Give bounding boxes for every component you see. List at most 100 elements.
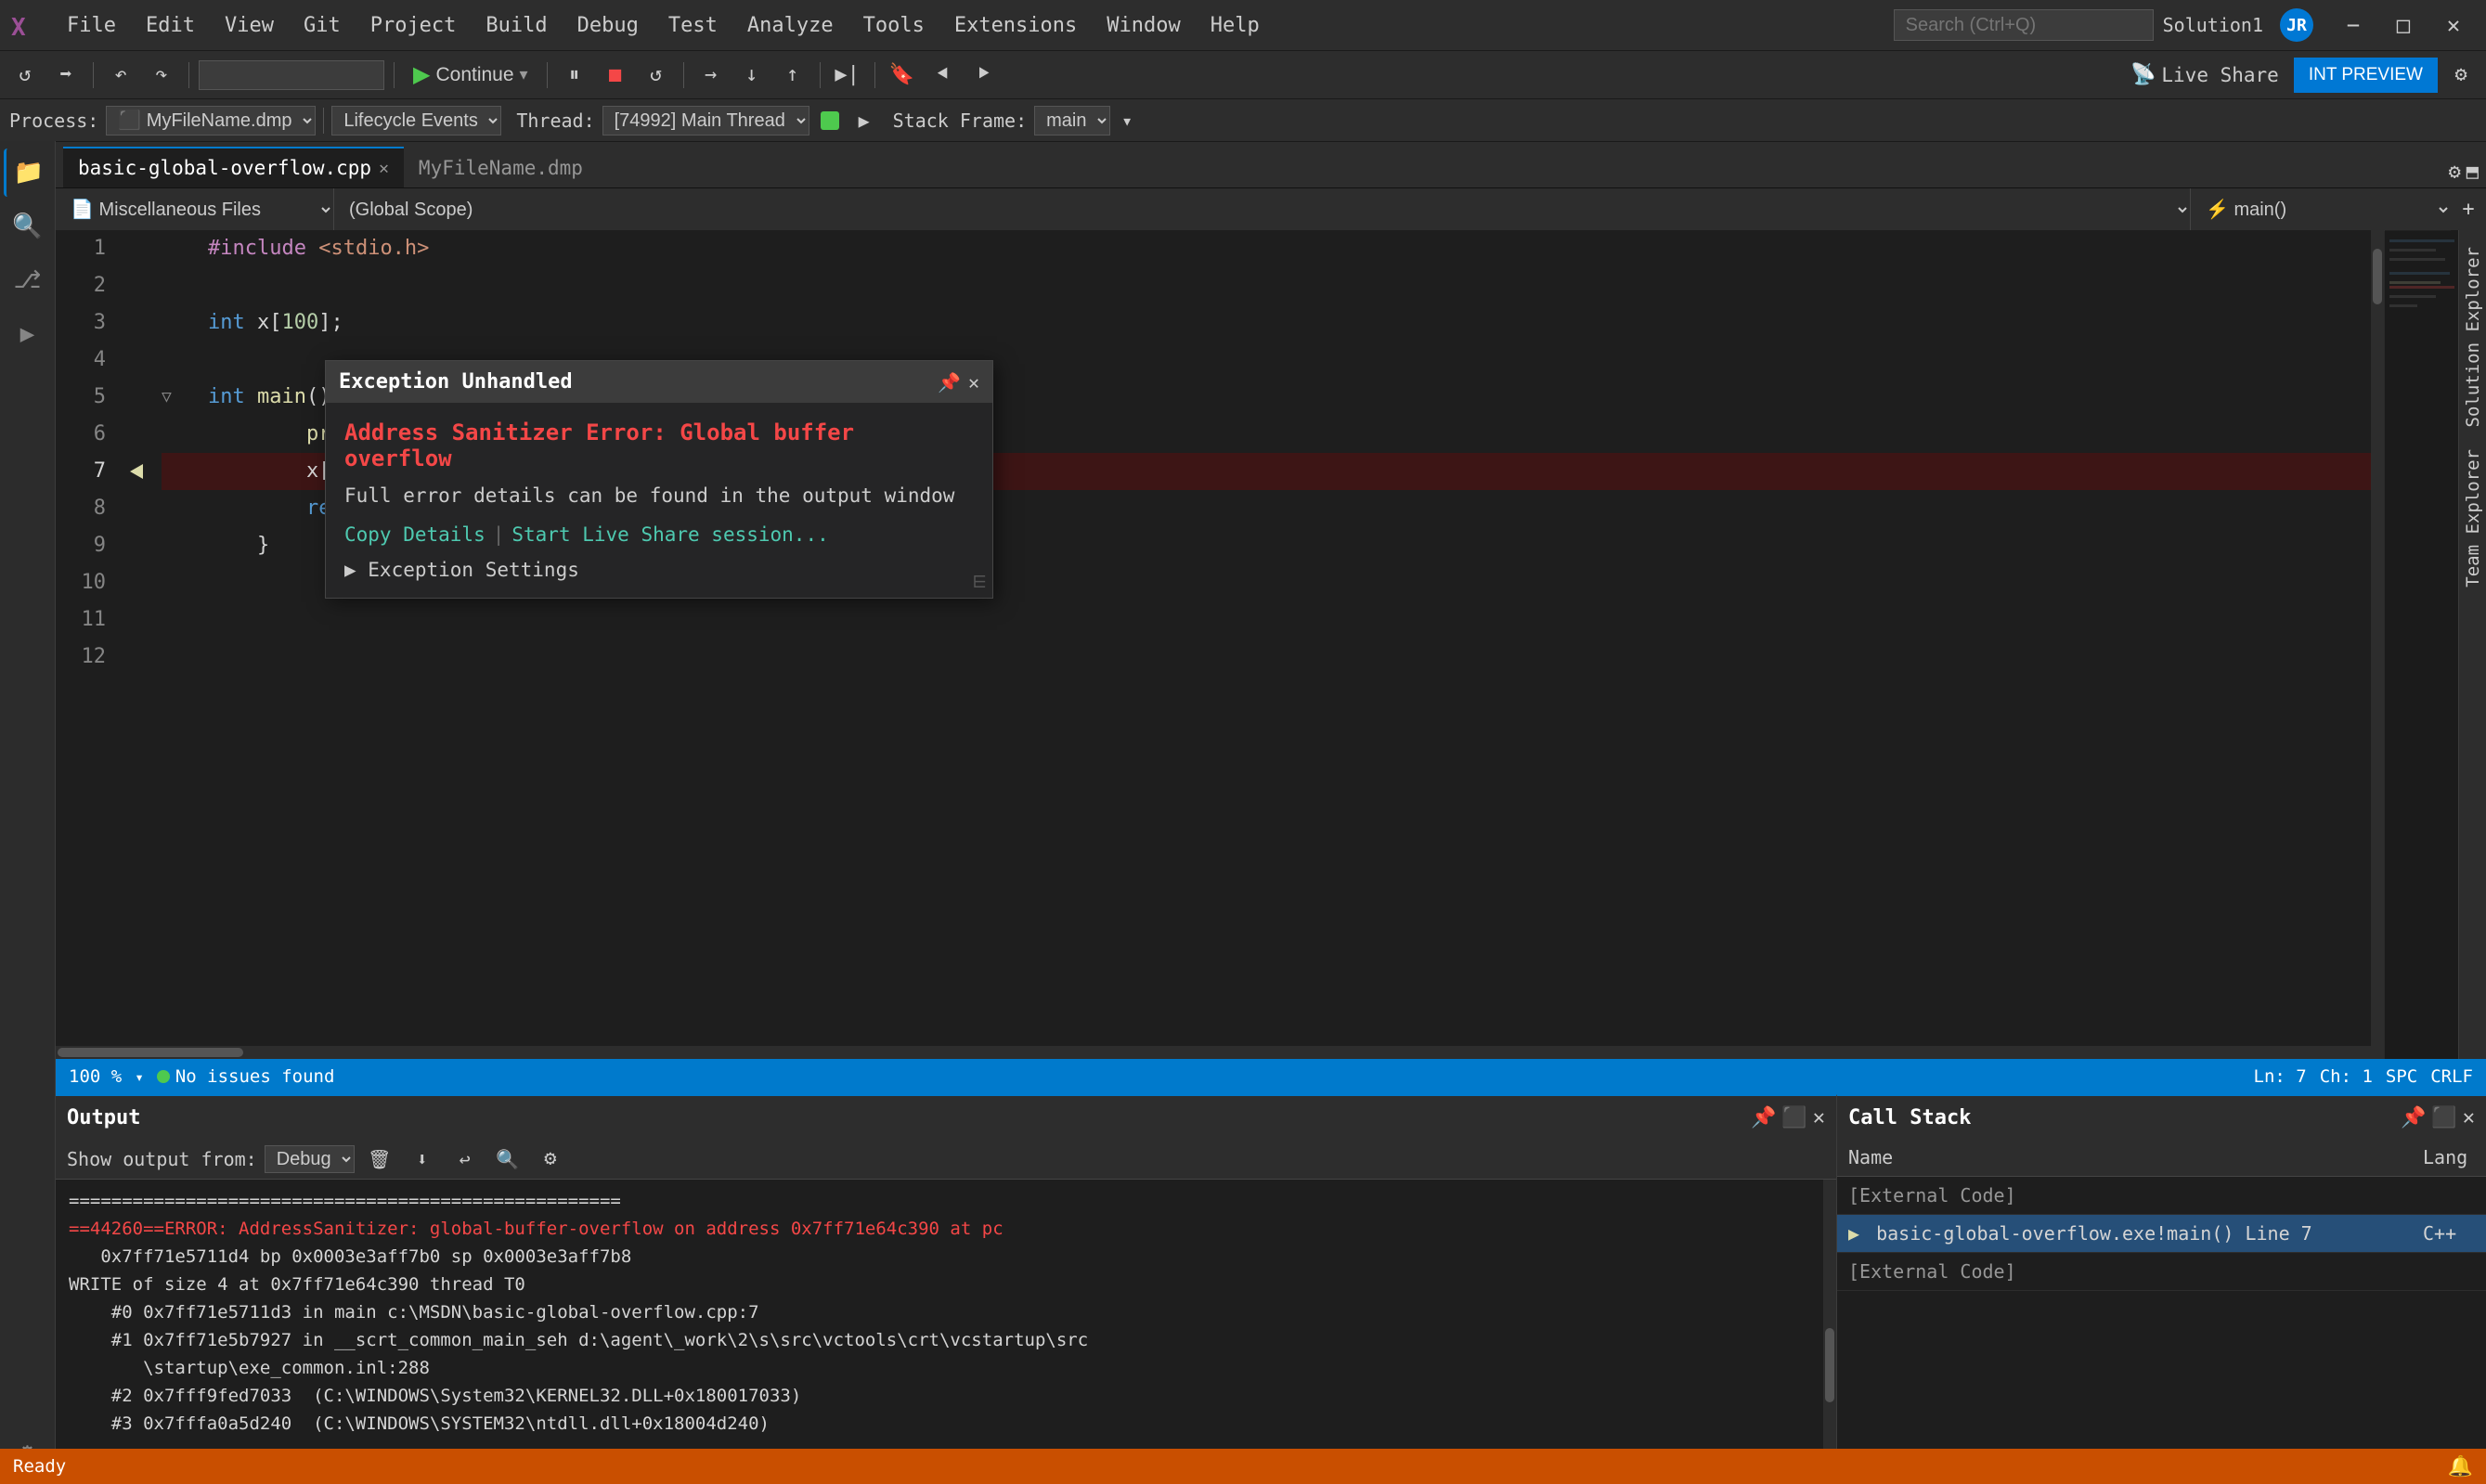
popup-pin-icon[interactable]: 📌 bbox=[938, 371, 961, 394]
scope-add-btn[interactable]: + bbox=[2451, 192, 2486, 227]
step-over-btn[interactable]: → bbox=[693, 58, 729, 93]
lifecycle-dropdown[interactable]: Lifecycle Events bbox=[331, 106, 501, 135]
table-row[interactable]: ▶ basic-global-overflow.exe!main() Line … bbox=[1837, 1215, 2486, 1253]
menu-test[interactable]: Test bbox=[655, 10, 731, 41]
tab-cpp[interactable]: basic-global-overflow.cpp ✕ bbox=[63, 147, 404, 187]
fold-icon-5[interactable]: ▽ bbox=[162, 379, 180, 416]
bookmark-nav2-btn[interactable]: ⯈ bbox=[966, 58, 1002, 93]
menu-analyze[interactable]: Analyze bbox=[734, 10, 847, 41]
tab-dmp[interactable]: MyFileName.dmp bbox=[404, 147, 598, 187]
menu-view[interactable]: View bbox=[212, 10, 287, 41]
toolbar-forward-btn[interactable]: ➡ bbox=[48, 58, 84, 93]
output-filter-btn[interactable]: 🔍 bbox=[490, 1142, 525, 1177]
activity-git[interactable]: ⎇ bbox=[4, 256, 52, 304]
menu-extensions[interactable]: Extensions bbox=[941, 10, 1090, 41]
editor-scroll-thumb[interactable] bbox=[2373, 249, 2382, 304]
output-settings-btn[interactable]: ⚙ bbox=[533, 1142, 568, 1177]
start-live-share-link[interactable]: Start Live Share session... bbox=[511, 523, 828, 546]
editor-h-scrollbar[interactable] bbox=[56, 1046, 2371, 1059]
callstack-content: Name Lang [External Code] bbox=[1837, 1139, 2486, 1484]
editor-h-scroll-thumb[interactable] bbox=[58, 1048, 243, 1057]
int-preview-button[interactable]: INT PREVIEW bbox=[2294, 58, 2438, 93]
solution-explorer-tab[interactable]: Solution Explorer bbox=[2457, 238, 2486, 436]
menu-help[interactable]: Help bbox=[1198, 10, 1273, 41]
live-share-label: Live Share bbox=[2161, 64, 2278, 86]
table-row[interactable]: [External Code] bbox=[1837, 1253, 2486, 1291]
search-input[interactable] bbox=[1894, 9, 2154, 41]
no-issues-status: No issues found bbox=[157, 1066, 335, 1087]
tab-split-icon[interactable]: ⬒ bbox=[2467, 161, 2479, 184]
step-out-btn[interactable]: ↑ bbox=[775, 58, 810, 93]
callstack-pin-icon[interactable]: 📌 bbox=[2401, 1106, 2426, 1129]
cs-lang-1: C++ bbox=[2412, 1215, 2486, 1253]
activity-debug[interactable]: ▶ bbox=[4, 310, 52, 358]
output-clear-btn[interactable]: 🗑 bbox=[362, 1142, 397, 1177]
zoom-dropdown[interactable]: ▾ bbox=[135, 1068, 144, 1086]
output-scroll-btn[interactable]: ⬇ bbox=[405, 1142, 440, 1177]
live-share-button[interactable]: 📡 Live Share bbox=[2121, 59, 2288, 90]
tab-cpp-close[interactable]: ✕ bbox=[379, 159, 389, 178]
maximize-button[interactable]: □ bbox=[2378, 0, 2428, 50]
more-options-btn[interactable]: ⚙ bbox=[2443, 58, 2479, 93]
activity-search[interactable]: 🔍 bbox=[4, 202, 52, 251]
menu-git[interactable]: Git bbox=[291, 10, 354, 41]
popup-close-icon[interactable]: ✕ bbox=[968, 371, 979, 394]
copy-details-link[interactable]: Copy Details bbox=[344, 523, 486, 546]
table-row[interactable]: [External Code] bbox=[1837, 1177, 2486, 1215]
menu-debug[interactable]: Debug bbox=[564, 10, 652, 41]
output-scroll-thumb[interactable] bbox=[1825, 1328, 1834, 1402]
continue-button[interactable]: ▶ Continue ▾ bbox=[404, 58, 537, 92]
minimize-button[interactable]: − bbox=[2328, 0, 2378, 50]
editor-main[interactable]: 1 2 3 4 5 6 7 8 9 10 11 12 bbox=[56, 230, 2384, 1059]
scope-dropdown2[interactable]: (Global Scope) bbox=[334, 188, 2191, 231]
menu-tools[interactable]: Tools bbox=[850, 10, 938, 41]
scope-dropdown3[interactable]: ⚡ main() bbox=[2191, 188, 2451, 231]
step-into-btn[interactable]: ↓ bbox=[734, 58, 770, 93]
popup-resize-handle[interactable]: ⋿ bbox=[972, 573, 987, 592]
output-split-icon[interactable]: ⬛ bbox=[1781, 1106, 1806, 1129]
notification-icon[interactable]: 🔔 bbox=[2448, 1455, 2473, 1478]
bookmark-btn[interactable]: 🔖 bbox=[885, 58, 920, 93]
output-source-dropdown[interactable]: Debug bbox=[265, 1145, 355, 1173]
vs-logo: X bbox=[7, 6, 46, 45]
team-explorer-tab[interactable]: Team Explorer bbox=[2457, 440, 2486, 597]
menu-window[interactable]: Window bbox=[1094, 10, 1193, 41]
user-avatar[interactable]: JR bbox=[2280, 8, 2313, 42]
stop-btn[interactable]: ■ bbox=[598, 58, 633, 93]
bookmark-nav-btn[interactable]: ⯇ bbox=[926, 58, 961, 93]
menu-file[interactable]: File bbox=[54, 10, 129, 41]
toolbar-undo-btn[interactable]: ↶ bbox=[103, 58, 138, 93]
ln-4: 4 bbox=[56, 342, 106, 379]
menu-project[interactable]: Project bbox=[357, 10, 470, 41]
restart-btn[interactable]: ↺ bbox=[639, 58, 674, 93]
toolbar-redo-btn[interactable]: ↷ bbox=[144, 58, 179, 93]
thread-dropdown[interactable]: [74992] Main Thread bbox=[602, 106, 809, 135]
tab-settings-icon[interactable]: ⚙ bbox=[2449, 161, 2461, 184]
solution-name: Solution1 bbox=[2163, 14, 2263, 36]
activity-explorer[interactable]: 📁 bbox=[4, 148, 52, 197]
zoom-level[interactable]: 100 % bbox=[69, 1066, 122, 1087]
run-to-cursor-btn[interactable]: ▶| bbox=[830, 58, 865, 93]
output-scrollbar[interactable] bbox=[1823, 1180, 1836, 1471]
callstack-col-lang: Lang bbox=[2412, 1139, 2486, 1177]
scope-dropdown1[interactable]: 📄 Miscellaneous Files bbox=[56, 188, 334, 231]
toolbar-back-btn[interactable]: ↺ bbox=[7, 58, 43, 93]
callstack-split-icon[interactable]: ⬛ bbox=[2431, 1106, 2456, 1129]
output-pin-icon[interactable]: 📌 bbox=[1751, 1106, 1776, 1129]
ln-9: 9 bbox=[56, 527, 106, 564]
thread-nav-btn[interactable]: ▶ bbox=[850, 107, 878, 135]
callstack-table: Name Lang [External Code] bbox=[1837, 1139, 2486, 1291]
popup-settings[interactable]: ▶ Exception Settings bbox=[344, 559, 974, 581]
menu-edit[interactable]: Edit bbox=[133, 10, 208, 41]
pause-btn[interactable]: ⏸ bbox=[557, 58, 592, 93]
output-panel-icons: 📌 ⬛ ✕ bbox=[1751, 1106, 1825, 1129]
output-wrap-btn[interactable]: ↩ bbox=[447, 1142, 483, 1177]
output-close-icon[interactable]: ✕ bbox=[1813, 1106, 1825, 1129]
callstack-close-icon[interactable]: ✕ bbox=[2463, 1106, 2475, 1129]
stack-frame-dropdown[interactable]: main bbox=[1034, 106, 1110, 135]
close-button[interactable]: ✕ bbox=[2428, 0, 2479, 50]
process-dropdown[interactable]: ⬛ MyFileName.dmp bbox=[106, 106, 316, 135]
menu-build[interactable]: Build bbox=[473, 10, 560, 41]
toolbar-input[interactable] bbox=[199, 60, 384, 90]
editor-scrollbar[interactable] bbox=[2371, 230, 2384, 1059]
